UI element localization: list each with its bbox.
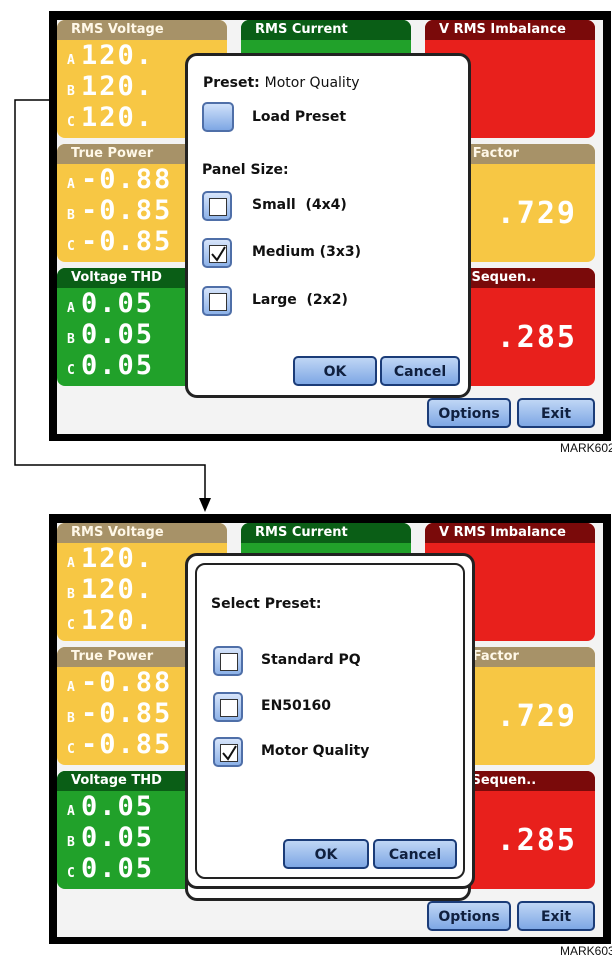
checkbox-box — [209, 293, 227, 311]
options-button[interactable]: Options — [427, 901, 511, 931]
checkmark-icon — [211, 246, 226, 262]
panel-title: RMS Voltage — [57, 20, 227, 40]
ok-button[interactable]: OK — [293, 356, 377, 386]
standard-pq-label: Standard PQ — [261, 652, 361, 668]
cancel-button[interactable]: Cancel — [373, 839, 457, 869]
large-size-label: Large (2x2) — [252, 292, 348, 308]
panel-value: .285 — [496, 320, 577, 355]
small-size-checkbox[interactable] — [202, 191, 232, 221]
panel-size-label: Panel Size: — [202, 162, 289, 178]
standard-pq-checkbox[interactable] — [213, 646, 243, 676]
select-preset-dialog-inner: Select Preset: Standard PQ EN50160 Motor… — [195, 563, 465, 879]
checkbox-box — [220, 699, 238, 717]
panel-title: V RMS Imbalance — [425, 523, 595, 543]
panel-value: .285 — [496, 823, 577, 858]
device-screen-bottom: RMS Voltage A 120. B 120. C 120. RMS Curren… — [49, 514, 611, 944]
exit-button[interactable]: Exit — [517, 901, 595, 931]
panel-value: .729 — [496, 699, 577, 734]
panel-value: .729 — [496, 196, 577, 231]
select-preset-dialog: Select Preset: Standard PQ EN50160 Motor… — [185, 553, 475, 889]
options-button[interactable]: Options — [427, 398, 511, 428]
checkbox-box — [209, 198, 227, 216]
motor-quality-label: Motor Quality — [261, 743, 370, 759]
motor-quality-checkbox[interactable] — [213, 737, 243, 767]
load-preset-button[interactable] — [202, 102, 234, 132]
load-preset-label: Load Preset — [252, 109, 347, 125]
checkbox-box — [220, 653, 238, 671]
ok-button[interactable]: OK — [283, 839, 369, 869]
panel-title: RMS Current — [241, 20, 411, 40]
panel-options-dialog: Preset: Motor Quality Load Preset Panel … — [185, 53, 471, 398]
medium-size-label: Medium (3x3) — [252, 244, 361, 260]
exit-button[interactable]: Exit — [517, 398, 595, 428]
panel-title: V RMS Imbalance — [425, 20, 595, 40]
medium-size-checkbox[interactable] — [202, 238, 232, 268]
select-preset-title: Select Preset: — [211, 596, 322, 612]
panel-title: RMS Voltage — [57, 523, 227, 543]
en50160-label: EN50160 — [261, 698, 331, 714]
preset-label: Preset: Motor Quality — [203, 75, 360, 91]
figure-mark: MARK602 — [560, 441, 612, 455]
large-size-checkbox[interactable] — [202, 286, 232, 316]
small-size-label: Small (4x4) — [252, 197, 347, 213]
en50160-checkbox[interactable] — [213, 692, 243, 722]
checkmark-icon — [222, 745, 237, 761]
preset-value: Motor Quality — [264, 75, 360, 91]
cancel-button[interactable]: Cancel — [380, 356, 460, 386]
panel-title: RMS Current — [241, 523, 411, 543]
device-screen-top: RMS Voltage A 120. B 120. C 120. RMS Curren… — [49, 11, 611, 441]
